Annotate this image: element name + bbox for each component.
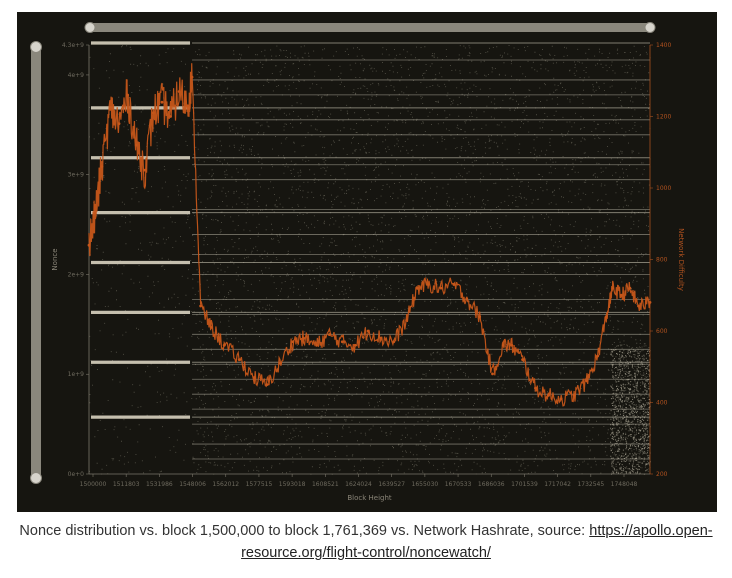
y-tick-label: 2e+9: [68, 271, 85, 278]
difficulty-point: [169, 115, 172, 118]
difficulty-point: [648, 301, 652, 304]
vertical-zoom-bar[interactable]: [31, 43, 41, 481]
difficulty-point: [604, 315, 608, 319]
difficulty-point: [151, 111, 155, 115]
difficulty-point: [585, 379, 589, 383]
difficulty-point: [291, 340, 295, 344]
horizontal-zoom-handle-left[interactable]: [84, 22, 96, 33]
y2-tick-label: 200: [656, 471, 668, 478]
difficulty-point: [126, 93, 130, 97]
difficulty-point: [134, 143, 138, 147]
y-tick-label: 0e+0: [68, 471, 85, 478]
difficulty-point: [315, 343, 318, 347]
difficulty-point: [109, 107, 112, 111]
vertical-zoom-handle-top[interactable]: [30, 41, 42, 53]
difficulty-point: [222, 343, 226, 347]
difficulty-point: [353, 343, 357, 347]
x-tick-label: 1531986: [146, 481, 173, 488]
x-tick-label: 1511803: [113, 481, 140, 488]
x-tick-label: 1686036: [478, 481, 505, 488]
difficulty-point: [405, 318, 409, 322]
difficulty-point: [209, 326, 213, 329]
y2-tick-label: 1200: [656, 114, 671, 121]
difficulty-point: [190, 75, 194, 79]
x-tick-label: 1548006: [179, 481, 206, 488]
y2-tick-label: 800: [656, 257, 668, 264]
x-tick-label: 1624024: [345, 481, 372, 488]
y-tick-label: 3e+9: [68, 172, 85, 179]
x-tick-label: 1593018: [279, 481, 306, 488]
difficulty-point: [327, 333, 331, 336]
difficulty-point: [265, 383, 269, 387]
y-tick-label: 4e+9: [68, 72, 85, 79]
x-axis-title: Block Height: [347, 494, 392, 502]
difficulty-point: [628, 286, 632, 290]
difficulty-point: [237, 358, 241, 361]
figure-caption: Nonce distribution vs. block 1,500,000 t…: [0, 520, 732, 564]
y2-tick-label: 400: [656, 400, 668, 407]
y2-tick-label: 600: [656, 328, 668, 335]
difficulty-point: [415, 286, 419, 290]
difficulty-point: [278, 361, 282, 365]
difficulty-point: [501, 343, 505, 347]
difficulty-point: [186, 104, 190, 108]
difficulty-point: [117, 122, 121, 126]
difficulty-point: [302, 336, 306, 340]
difficulty-point: [611, 286, 615, 290]
x-tick-label: 1608521: [312, 481, 339, 488]
difficulty-point: [87, 243, 91, 247]
x-tick-label: 1562012: [212, 481, 239, 488]
difficulty-point: [637, 304, 640, 308]
nonce-scatter-chart: 0e+0 1e+9 2e+9 3e+9 4e+9 4.3e+9 200 400 600 800 10…: [30, 22, 685, 502]
x-tick-label: 1701539: [511, 481, 538, 488]
x-tick-label: 1748048: [611, 481, 638, 488]
difficulty-point: [340, 340, 344, 344]
vertical-zoom-handle-bottom[interactable]: [30, 472, 42, 484]
y-tick-label: 4.3e+9: [62, 42, 84, 49]
difficulty-point: [572, 393, 576, 397]
y2-tick-label: 1400: [656, 42, 671, 49]
difficulty-point: [452, 283, 456, 286]
horizontal-zoom-bar[interactable]: [87, 23, 653, 32]
y2-axis-title: Network Difficulty: [677, 228, 685, 291]
difficulty-point: [465, 297, 469, 301]
difficulty-point: [534, 386, 537, 390]
difficulty-point: [426, 283, 430, 286]
difficulty-point: [199, 304, 203, 308]
difficulty-point: [559, 397, 563, 401]
difficulty-point: [94, 211, 97, 215]
x-tick-label: 1670533: [445, 481, 472, 488]
x-tick-label: 1639527: [378, 481, 405, 488]
horizontal-zoom-handle-right[interactable]: [644, 22, 656, 33]
difficulty-point: [177, 90, 181, 93]
difficulty-point: [439, 286, 443, 290]
x-tick-label: 1717042: [544, 481, 571, 488]
difficulty-point: [478, 315, 482, 319]
caption-text: Nonce distribution vs. block 1,500,000 t…: [19, 523, 590, 539]
x-tick-label: 1577515: [246, 481, 273, 488]
difficulty-point: [160, 100, 164, 104]
y-tick-label: 1e+9: [68, 371, 85, 378]
difficulty-point: [379, 336, 383, 340]
difficulty-point: [366, 329, 370, 333]
difficulty-point: [392, 340, 396, 344]
y-axis-title: Nonce: [51, 248, 59, 270]
difficulty-point: [596, 354, 600, 358]
x-tick-label: 1732545: [577, 481, 604, 488]
difficulty-point: [546, 393, 550, 397]
y2-tick-label: 1000: [656, 185, 671, 192]
chart-figure: 0e+0 1e+9 2e+9 3e+9 4e+9 4.3e+9 200 400 600 800 10…: [17, 12, 717, 512]
difficulty-point: [252, 376, 256, 379]
difficulty-point: [143, 168, 147, 172]
difficulty-point: [510, 343, 514, 347]
difficulty-point: [491, 372, 494, 376]
x-tick-label: 1655030: [412, 481, 439, 488]
difficulty-point: [100, 165, 104, 168]
difficulty-point: [521, 358, 524, 361]
x-tick-label: 1500000: [80, 481, 107, 488]
difficulty-point: [619, 293, 623, 297]
